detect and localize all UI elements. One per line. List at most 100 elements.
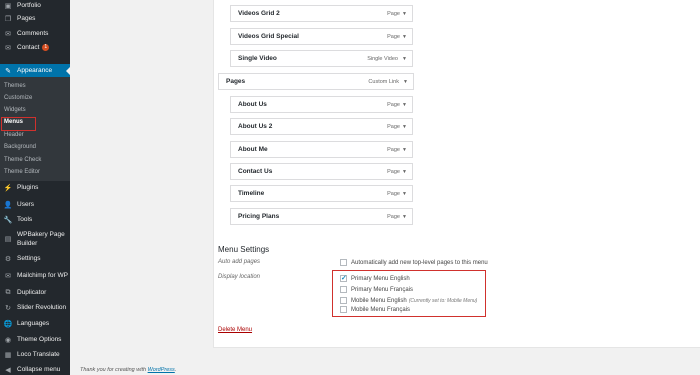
- sidebar-item-label: Languages: [17, 320, 50, 327]
- menus-highlight-box: [1, 117, 36, 131]
- sidebar-item-label: Tools: [17, 216, 33, 223]
- submenu-item-theme-editor[interactable]: Theme Editor: [4, 169, 40, 175]
- sidebar-item-pages[interactable]: ❐ Pages: [0, 13, 70, 24]
- sidebar-item-contact[interactable]: ✉ Contact 1: [0, 42, 70, 53]
- auto-add-option[interactable]: Automatically add new top-level pages to…: [340, 259, 488, 266]
- display-location-label: Display location: [218, 274, 261, 280]
- sidebar-item-label: WPBakery Page Builder: [17, 231, 65, 247]
- menu-item-row[interactable]: Single Video Single Video ▼: [230, 50, 413, 67]
- menu-item-title: Videos Grid Special: [238, 33, 299, 40]
- sidebar-item-users[interactable]: 👤 Users: [0, 199, 70, 210]
- menu-item-title: Single Video: [238, 55, 277, 62]
- submenu-item-header[interactable]: Header: [4, 132, 24, 138]
- expand-caret-icon[interactable]: ▼: [402, 191, 407, 197]
- sidebar-item-appearance[interactable]: ✎ Appearance: [0, 64, 70, 77]
- menu-item-type: Page: [387, 213, 400, 220]
- contact-icon: ✉: [5, 44, 11, 52]
- sidebar-item-label: Pages: [17, 15, 36, 22]
- menu-item-title: Pages: [226, 78, 246, 85]
- sidebar-item-tools[interactable]: 🔧 Tools: [0, 214, 70, 225]
- sidebar-item-slider-revolution[interactable]: ↻ Slider Revolution: [0, 302, 70, 313]
- menu-item-row[interactable]: Contact Us Page ▼: [230, 163, 413, 180]
- duplicator-icon: ⧉: [5, 288, 11, 296]
- menu-item-title: About Us: [238, 101, 267, 108]
- sidebar-item-collapse-menu[interactable]: ◀ Collapse menu: [0, 364, 70, 375]
- sidebar-item-plugins[interactable]: ⚡ Plugins: [0, 182, 70, 193]
- sidebar-item-comments[interactable]: ✉ Comments: [0, 28, 70, 39]
- auto-add-label: Auto add pages: [218, 259, 261, 265]
- sidebar-item-label: Slider Revolution: [17, 304, 67, 311]
- sidebar-item-loco-translate[interactable]: ▦ Loco Translate: [0, 349, 70, 360]
- sidebar-item-label: Mailchimp for WP: [17, 272, 68, 279]
- plugins-icon: ⚡: [3, 184, 13, 192]
- expand-caret-icon[interactable]: ▼: [402, 56, 407, 62]
- sidebar-item-label: Plugins: [17, 184, 39, 191]
- mailchimp-icon: ✉: [5, 272, 11, 280]
- menu-item-title: Pricing Plans: [238, 213, 280, 220]
- menu-item-row[interactable]: About Us Page ▼: [230, 96, 413, 113]
- menu-item-row[interactable]: Pricing Plans Page ▼: [230, 208, 413, 225]
- menu-item-type: Page: [387, 146, 400, 153]
- menu-item-title: About Us 2: [238, 123, 273, 130]
- submenu-item-themes[interactable]: Themes: [4, 83, 26, 89]
- sidebar-item-label: Users: [17, 201, 34, 208]
- sidebar-item-label: Collapse menu: [17, 366, 61, 373]
- menu-item-title: About Me: [238, 146, 268, 153]
- menu-item-type: Page: [387, 101, 400, 108]
- contact-count-badge: 1: [42, 44, 50, 51]
- submenu-item-background[interactable]: Background: [4, 144, 36, 150]
- menu-item-row[interactable]: About Us 2 Page ▼: [230, 118, 413, 135]
- menu-item-row[interactable]: About Me Page ▼: [230, 141, 413, 158]
- expand-caret-icon[interactable]: ▼: [402, 147, 407, 153]
- loco-translate-icon: ▦: [4, 351, 12, 359]
- auto-add-checkbox[interactable]: [340, 259, 347, 266]
- expand-caret-icon[interactable]: ▼: [402, 169, 407, 175]
- menu-item-row[interactable]: Pages Custom Link ▼: [218, 73, 414, 90]
- submenu-item-widgets[interactable]: Widgets: [4, 107, 26, 113]
- active-arrow-indicator: [66, 67, 70, 75]
- menu-item-title: Contact Us: [238, 168, 273, 175]
- expand-caret-icon[interactable]: ▼: [403, 79, 408, 85]
- expand-caret-icon[interactable]: ▼: [402, 102, 407, 108]
- tools-icon: 🔧: [3, 216, 13, 224]
- menu-item-row[interactable]: Timeline Page ▼: [230, 185, 413, 202]
- footer-end: .: [174, 367, 177, 373]
- sidebar-item-portfolio[interactable]: ▣ Portfolio: [0, 0, 70, 11]
- wpbakery-icon: ▤: [4, 236, 12, 243]
- submenu-item-theme-check[interactable]: Theme Check: [4, 157, 41, 163]
- expand-caret-icon[interactable]: ▼: [402, 124, 407, 130]
- sidebar-item-wpbakery-page[interactable]: ▤ WPBakery Page Builder: [0, 229, 70, 249]
- menu-item-type: Custom Link: [368, 78, 399, 85]
- appearance-icon: ✎: [5, 67, 11, 75]
- delete-menu-link[interactable]: Delete Menu: [218, 327, 252, 333]
- menu-item-type: Page: [387, 123, 400, 130]
- sidebar-item-label: Contact: [17, 44, 40, 51]
- comments-icon: ✉: [5, 30, 11, 38]
- display-location-highlight-box: [332, 270, 486, 317]
- menu-item-type: Single Video: [367, 55, 398, 62]
- slider-revolution-icon: ↻: [5, 304, 11, 312]
- auto-add-text: Automatically add new top-level pages to…: [351, 259, 488, 266]
- sidebar-item-settings[interactable]: ⚙ Settings: [0, 253, 70, 264]
- settings-icon: ⚙: [4, 255, 12, 263]
- sidebar-item-theme-options[interactable]: ◉ Theme Options: [0, 334, 70, 345]
- menu-item-type: Page: [387, 33, 400, 40]
- menu-item-type: Page: [387, 190, 400, 197]
- sidebar-item-mailchimp-for-wp[interactable]: ✉ Mailchimp for WP: [0, 270, 70, 281]
- expand-caret-icon[interactable]: ▼: [402, 214, 407, 220]
- collapse-menu-icon: ◀: [5, 366, 11, 374]
- sidebar-item-languages[interactable]: 🌐 Languages: [0, 318, 70, 329]
- languages-icon: 🌐: [3, 320, 13, 328]
- sidebar-item-label: Duplicator: [17, 289, 47, 296]
- expand-caret-icon[interactable]: ▼: [402, 34, 407, 40]
- menu-item-type: Page: [387, 168, 400, 175]
- menu-item-row[interactable]: Videos Grid 2 Page ▼: [230, 5, 413, 22]
- sidebar-item-duplicator[interactable]: ⧉ Duplicator: [0, 287, 70, 298]
- sidebar-item-label: Loco Translate: [17, 351, 60, 358]
- expand-caret-icon[interactable]: ▼: [402, 11, 407, 17]
- footer-thanks: Thank you for creating with: [80, 367, 147, 373]
- submenu-item-customize[interactable]: Customize: [4, 95, 32, 101]
- wordpress-link[interactable]: WordPress: [148, 367, 175, 373]
- menu-item-row[interactable]: Videos Grid Special Page ▼: [230, 28, 413, 45]
- users-icon: 👤: [3, 201, 13, 209]
